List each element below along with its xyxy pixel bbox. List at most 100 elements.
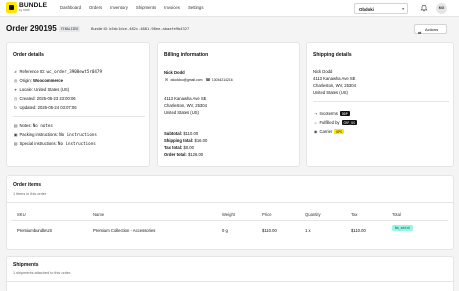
shipping-total-value: $16.00 bbox=[194, 138, 208, 143]
reference-value: wc_order_3908ewt5r0479 bbox=[46, 69, 102, 74]
column-header-sku: SKU bbox=[17, 212, 26, 217]
billing-country: United States (US) bbox=[164, 110, 199, 115]
locale-label: Locale: bbox=[19, 87, 34, 92]
tax-total-label: Tax total: bbox=[164, 145, 183, 150]
billing-card: Billing information Nick Dodd ✉ ddoddco@… bbox=[157, 42, 300, 167]
page-title: Order 290195 bbox=[6, 24, 57, 33]
status-badge: FINALIZED bbox=[59, 26, 81, 32]
phone-icon: ☎ bbox=[205, 78, 211, 82]
column-header-total: Total bbox=[392, 212, 401, 217]
order-total-row: Order total: $126.00 bbox=[164, 152, 203, 157]
actions-icon: ⇄ bbox=[418, 29, 422, 35]
notes-label: Notes: bbox=[19, 123, 32, 128]
divider bbox=[313, 101, 449, 102]
packing-value: No instructions bbox=[59, 132, 97, 137]
nav-orders[interactable]: Orders bbox=[89, 5, 102, 10]
user-avatar[interactable]: MG bbox=[436, 3, 447, 14]
column-header-quantity: Quantity bbox=[305, 212, 321, 217]
cell-total-badge: No_match bbox=[392, 225, 414, 231]
cell-sku: PremiumbundleUS bbox=[17, 228, 53, 233]
created-value: 2025-05-23 23:00:06 bbox=[36, 96, 76, 101]
order-items-subtitle: 1 items in this order. bbox=[13, 192, 47, 196]
packing-label: Packing instructions: bbox=[19, 132, 58, 137]
shipping-card: Shipping details Nick Dodd 4113 Kanawha … bbox=[306, 42, 454, 167]
order-header: Order 290195 FINALIZED Bundle ID: b5dc1d… bbox=[0, 17, 459, 41]
billing-phone[interactable]: 13044214216 bbox=[212, 78, 233, 82]
shipments-card bbox=[6, 256, 454, 291]
created-row: ◷ Created: 2025-05-23 23:00:06 bbox=[13, 96, 76, 101]
carrier-icon: ◉ bbox=[313, 130, 318, 134]
incoterms-label: Incoterms bbox=[319, 111, 338, 116]
column-header-tax: Tax bbox=[351, 212, 358, 217]
billing-name: Nick Dodd bbox=[164, 70, 185, 75]
incoterms-row: ⇢ Incoterms DDP bbox=[313, 111, 350, 116]
globe-icon: ◎ bbox=[13, 79, 18, 83]
packing-row: ▣ Packing instructions: No instructions bbox=[13, 132, 97, 137]
order-details-card: Order details # Reference ID: wc_order_3… bbox=[6, 42, 150, 167]
carrier-badge: UPS bbox=[334, 129, 345, 134]
special-row: ▤ Special instructions: No instructions bbox=[13, 141, 96, 146]
note-icon: ▤ bbox=[13, 142, 18, 146]
bundle-id-label: Bundle ID: bbox=[91, 27, 109, 31]
special-value: No instructions bbox=[57, 141, 96, 146]
reference-row: # Reference ID: wc_order_3908ewt5r0479 bbox=[13, 69, 102, 74]
order-items-title: Order items bbox=[13, 182, 42, 188]
locale-value: United States (US) bbox=[34, 87, 70, 92]
shipments-subtitle: 1 shipments attached to this order. bbox=[13, 271, 72, 275]
tax-total-value: $0.00 bbox=[183, 145, 194, 150]
brand-logo[interactable]: BUNDLE by CRP bbox=[6, 2, 47, 13]
special-label: Special instructions: bbox=[19, 141, 57, 146]
carrier-row: ◉ Carrier UPS bbox=[313, 129, 345, 134]
tax-total-row: Tax total: $0.00 bbox=[164, 145, 194, 150]
subtotal-label: Subtotal: bbox=[164, 131, 183, 136]
bundle-id: Bundle ID: b5dc1dce-482c-4881-98ee-abaaf… bbox=[91, 27, 189, 31]
order-total-value: $126.00 bbox=[187, 152, 204, 157]
reference-label: Reference ID: bbox=[19, 69, 46, 74]
nav-dashboard[interactable]: Dashboard bbox=[60, 5, 81, 10]
brand-subtitle: by CRP bbox=[19, 8, 30, 13]
origin-label: Origin: bbox=[19, 78, 32, 83]
billing-contact: ✉ ddoddco@gmail.com ☎ 13044214216 bbox=[164, 77, 233, 83]
box-logo-icon bbox=[6, 2, 17, 13]
locale-row: ⌖ Locale: United States (US) bbox=[13, 87, 69, 92]
note-icon: ▤ bbox=[13, 124, 18, 128]
fulfilled-row: ⌂ Fulfilled by CRP_US bbox=[313, 120, 358, 125]
origin-row: ◎ Origin: Woocommerce bbox=[13, 78, 63, 83]
subtotal-row: Subtotal: $110.00 bbox=[164, 131, 198, 136]
column-header-weight: Weight bbox=[222, 212, 235, 217]
notes-row: ▤ Notes: No notes bbox=[13, 123, 53, 128]
carrier-label: Carrier bbox=[319, 129, 333, 134]
created-label: Created: bbox=[19, 96, 36, 101]
refresh-icon: ↻ bbox=[13, 106, 18, 110]
updated-label: Updated: bbox=[19, 105, 37, 110]
incoterms-badge: DDP bbox=[339, 111, 350, 116]
subtotal-value: $110.00 bbox=[183, 131, 199, 136]
shipping-title: Shipping details bbox=[313, 52, 352, 58]
updated-value: 2025-05-24 03:07:06 bbox=[37, 105, 77, 110]
shipments-title: Shipments bbox=[13, 262, 39, 268]
actions-label: Actions bbox=[425, 27, 439, 32]
main-nav: Dashboard Orders Inventory Shipments Inv… bbox=[60, 5, 211, 10]
nav-shipments[interactable]: Shipments bbox=[136, 5, 156, 10]
order-details-title: Order details bbox=[13, 52, 44, 58]
actions-button[interactable]: ⇄ Actions bbox=[414, 24, 447, 35]
billing-email[interactable]: ddoddco@gmail.com bbox=[171, 78, 203, 82]
truck-icon: ⇢ bbox=[313, 112, 318, 116]
nav-invoices[interactable]: Invoices bbox=[164, 5, 180, 10]
chevron-down-icon: ▾ bbox=[402, 7, 404, 11]
store-select[interactable]: Obdoki ▾ bbox=[354, 3, 408, 14]
cell-tax: $110.00 bbox=[351, 228, 366, 233]
top-nav-bar: BUNDLE by CRP Dashboard Orders Inventory… bbox=[0, 0, 459, 17]
hash-icon: # bbox=[14, 69, 17, 74]
location-icon: ⌖ bbox=[14, 87, 17, 92]
cell-weight: 0 g bbox=[222, 228, 228, 233]
nav-inventory[interactable]: Inventory bbox=[110, 5, 128, 10]
divider bbox=[11, 220, 448, 221]
fulfilled-label: Fulfilled by bbox=[319, 120, 340, 125]
shipping-name: Nick Dodd bbox=[313, 69, 333, 74]
column-header-price: Price bbox=[262, 212, 272, 217]
divider bbox=[6, 202, 454, 203]
bell-icon[interactable] bbox=[420, 4, 428, 12]
column-header-name: Name bbox=[93, 212, 105, 217]
nav-settings[interactable]: Settings bbox=[188, 5, 204, 10]
